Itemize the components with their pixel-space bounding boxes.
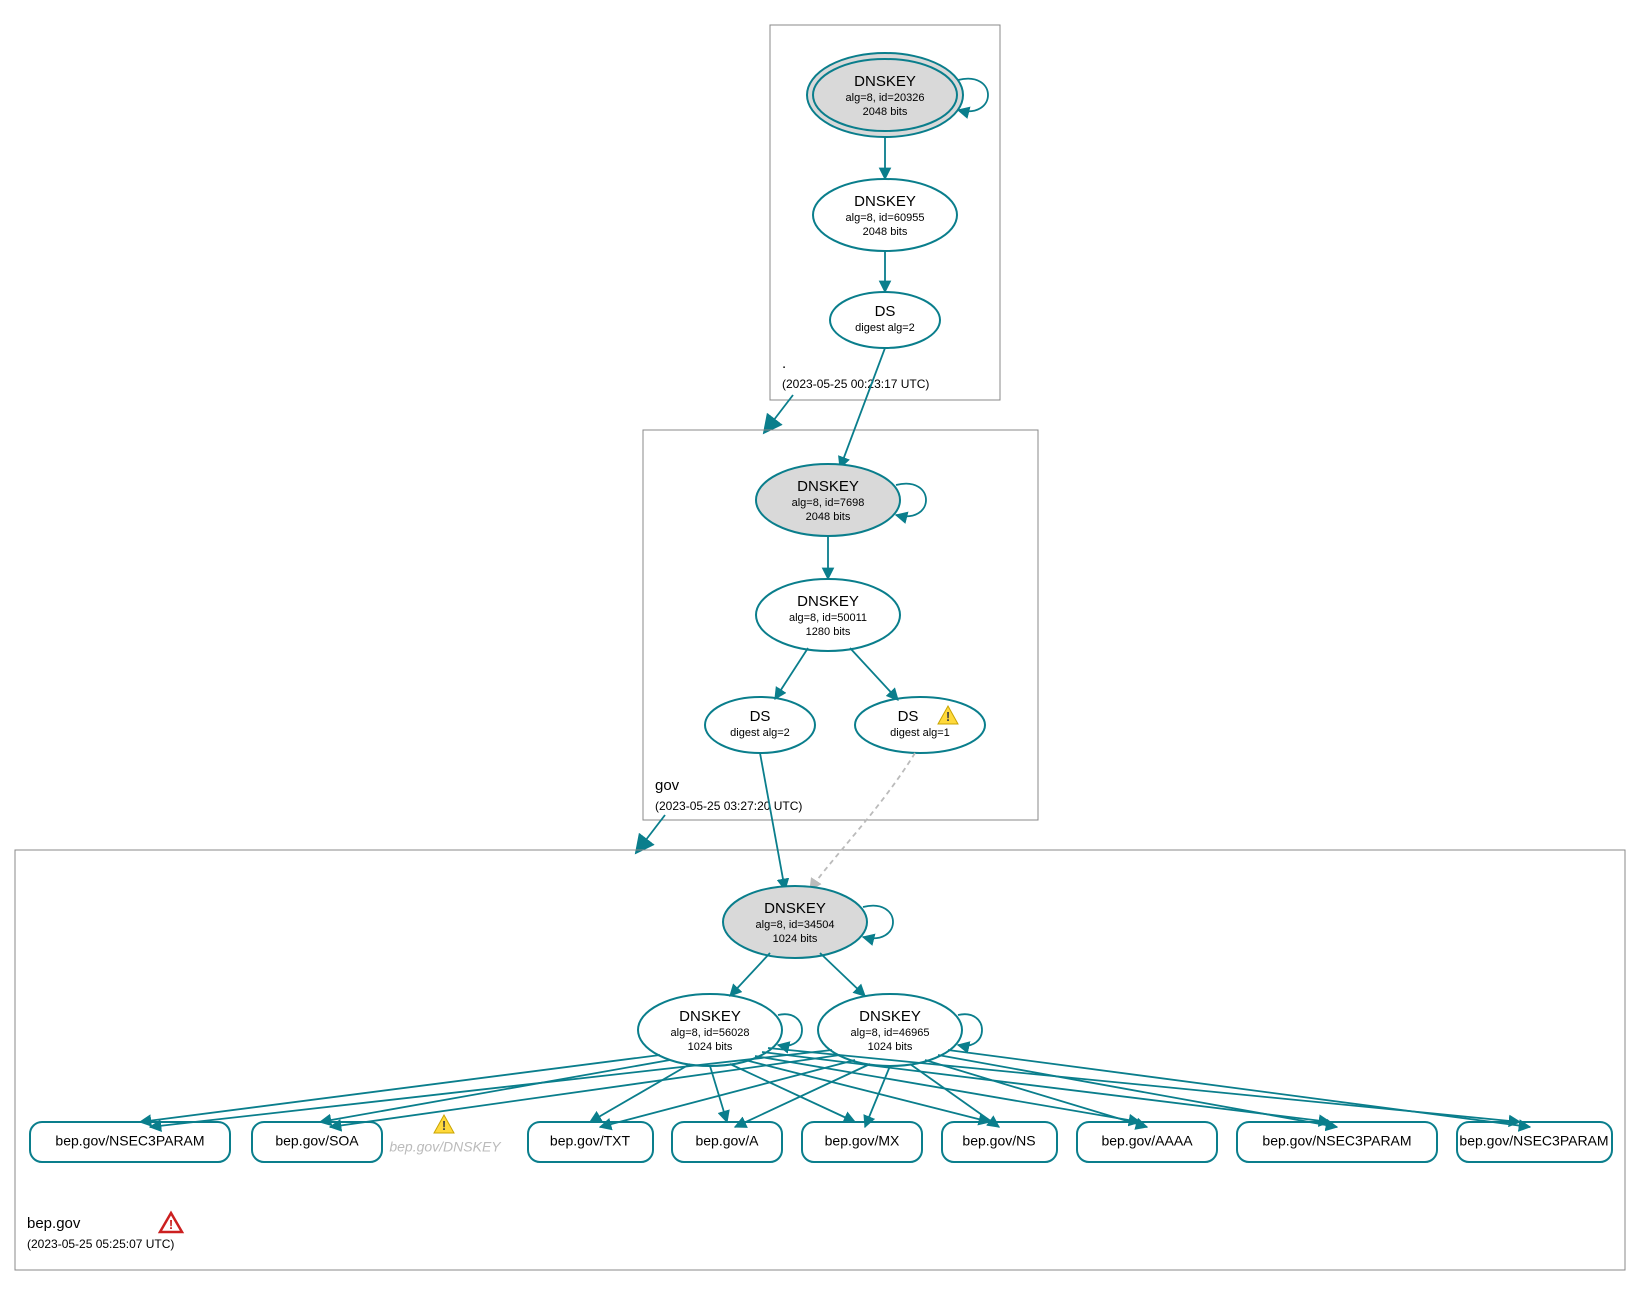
svg-text:2048 bits: 2048 bits: [863, 106, 908, 118]
zone-name-bep: bep.gov: [27, 1215, 81, 1232]
svg-text:alg=8, id=60955: alg=8, id=60955: [846, 212, 925, 224]
svg-text:DS: DS: [875, 303, 896, 320]
svg-text:1024 bits: 1024 bits: [773, 933, 818, 945]
svg-text:1280 bits: 1280 bits: [806, 626, 851, 638]
node-root-zsk: DNSKEY alg=8, id=60955 2048 bits: [813, 179, 957, 251]
svg-text:2048 bits: 2048 bits: [806, 511, 851, 523]
rrset-r5: bep.gov/NS: [942, 1122, 1057, 1162]
svg-text:bep.gov/NSEC3PARAM: bep.gov/NSEC3PARAM: [1262, 1133, 1411, 1149]
svg-text:bep.gov/A: bep.gov/A: [695, 1133, 759, 1149]
svg-text:bep.gov/NSEC3PARAM: bep.gov/NSEC3PARAM: [55, 1133, 204, 1149]
svg-text:2048 bits: 2048 bits: [863, 226, 908, 238]
node-gov-zsk: DNSKEY alg=8, id=50011 1280 bits: [756, 579, 900, 651]
svg-text:DNSKEY: DNSKEY: [797, 478, 859, 495]
zone-name-root: .: [782, 355, 786, 372]
edge-govzsk-govds2: [850, 648, 898, 700]
edge-govds1-bepksk: [760, 753, 785, 890]
svg-text:bep.gov/DNSKEY: bep.gov/DNSKEY: [389, 1139, 502, 1155]
svg-text:digest alg=2: digest alg=2: [730, 727, 790, 739]
svg-text:digest alg=1: digest alg=1: [890, 727, 950, 739]
node-bep-dnskey-faded: ! bep.gov/DNSKEY: [389, 1115, 502, 1155]
node-gov-ds1: DS digest alg=2: [705, 697, 815, 753]
edge-govzsk-govds1: [775, 648, 808, 699]
svg-text:!: !: [442, 1118, 446, 1133]
zone-name-gov: gov: [655, 777, 680, 794]
svg-text:bep.gov/MX: bep.gov/MX: [825, 1133, 900, 1149]
svg-text:DNSKEY: DNSKEY: [854, 193, 916, 210]
rrset-r8: bep.gov/NSEC3PARAM: [1457, 1122, 1612, 1162]
zone-ts-gov: (2023-05-25 03:27:20 UTC): [655, 799, 802, 813]
rrset-r2: bep.gov/TXT: [528, 1122, 653, 1162]
node-gov-ksk: DNSKEY alg=8, id=7698 2048 bits: [756, 464, 926, 536]
svg-text:1024 bits: 1024 bits: [868, 1041, 913, 1053]
edge-govds2-bepksk: [810, 753, 915, 890]
rrset-r7: bep.gov/NSEC3PARAM: [1237, 1122, 1437, 1162]
svg-text:bep.gov/TXT: bep.gov/TXT: [550, 1133, 631, 1149]
rrset-r6: bep.gov/AAAA: [1077, 1122, 1217, 1162]
edge-bepksk-zsk2: [820, 953, 865, 996]
svg-text:DNSKEY: DNSKEY: [764, 900, 826, 917]
svg-text:alg=8, id=7698: alg=8, id=7698: [792, 497, 865, 509]
node-bep-zsk1: DNSKEY alg=8, id=56028 1024 bits: [638, 994, 802, 1066]
rrset-r3: bep.gov/A: [672, 1122, 782, 1162]
svg-text:1024 bits: 1024 bits: [688, 1041, 733, 1053]
node-bep-ksk: DNSKEY alg=8, id=34504 1024 bits: [723, 886, 893, 958]
svg-text:DNSKEY: DNSKEY: [859, 1008, 921, 1025]
svg-text:alg=8, id=20326: alg=8, id=20326: [846, 92, 925, 104]
node-gov-ds2: DS digest alg=1 !: [855, 697, 985, 753]
svg-text:DNSKEY: DNSKEY: [679, 1008, 741, 1025]
svg-text:DS: DS: [750, 708, 771, 725]
svg-text:alg=8, id=56028: alg=8, id=56028: [671, 1027, 750, 1039]
zone-ts-root: (2023-05-25 00:23:17 UTC): [782, 377, 929, 391]
svg-text:!: !: [946, 709, 950, 724]
edges-zsk1: [140, 1048, 1520, 1122]
svg-text:alg=8, id=46965: alg=8, id=46965: [851, 1027, 930, 1039]
svg-text:bep.gov/SOA: bep.gov/SOA: [275, 1133, 359, 1149]
rrset-r4: bep.gov/MX: [802, 1122, 922, 1162]
zone-ts-bep: (2023-05-25 05:25:07 UTC): [27, 1237, 174, 1251]
svg-text:DS: DS: [898, 708, 919, 725]
svg-text:!: !: [169, 1217, 173, 1232]
svg-text:bep.gov/NSEC3PARAM: bep.gov/NSEC3PARAM: [1459, 1133, 1608, 1149]
svg-text:bep.gov/AAAA: bep.gov/AAAA: [1101, 1133, 1193, 1149]
edge-bepksk-zsk1: [730, 953, 770, 996]
svg-text:alg=8, id=34504: alg=8, id=34504: [756, 919, 835, 931]
svg-text:bep.gov/NS: bep.gov/NS: [962, 1133, 1035, 1149]
svg-text:DNSKEY: DNSKEY: [854, 73, 916, 90]
node-root-ksk: DNSKEY alg=8, id=20326 2048 bits: [807, 53, 988, 137]
svg-text:digest alg=2: digest alg=2: [855, 322, 915, 334]
svg-text:DNSKEY: DNSKEY: [797, 593, 859, 610]
svg-text:alg=8, id=50011: alg=8, id=50011: [789, 612, 867, 624]
rrset-r0: bep.gov/NSEC3PARAM: [30, 1122, 230, 1162]
rrset-r1: bep.gov/SOA: [252, 1122, 382, 1162]
error-icon: !: [160, 1213, 182, 1232]
node-root-ds: DS digest alg=2: [830, 292, 940, 348]
edge-rootds-govksk: [840, 348, 885, 468]
